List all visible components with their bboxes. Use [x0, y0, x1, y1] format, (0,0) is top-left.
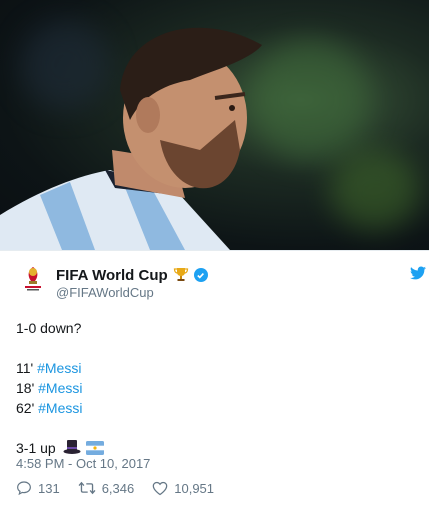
verified-badge-icon — [193, 268, 208, 282]
tweet-line-intro: 1-0 down? — [16, 320, 82, 336]
tweet-text: 1-0 down? 11' #Messi 18' #Messi 62' #Mes… — [16, 318, 105, 458]
tweet-actions: 131 6,346 10,951 — [16, 480, 232, 496]
tweet-line-final: 3-1 up — [16, 438, 105, 458]
reply-icon — [16, 480, 32, 496]
reply-button[interactable]: 131 — [16, 480, 60, 496]
heart-icon — [152, 481, 168, 496]
display-name[interactable]: FIFA World Cup — [56, 267, 168, 284]
like-button[interactable]: 10,951 — [152, 481, 214, 496]
retweet-button[interactable]: 6,346 — [78, 480, 135, 496]
reply-count: 131 — [38, 480, 60, 496]
retweet-count: 6,346 — [101, 480, 135, 496]
account-handle[interactable]: @FIFAWorldCup — [56, 285, 154, 300]
goal-line: 18' #Messi — [16, 378, 104, 398]
hashtag-link[interactable]: #Messi — [37, 360, 81, 376]
trophy-icon — [173, 266, 189, 284]
retweet-icon — [78, 480, 96, 496]
hashtag-link[interactable]: #Messi — [38, 380, 82, 396]
hashtag-link[interactable]: #Messi — [38, 400, 82, 416]
fifa-world-cup-logo-icon[interactable] — [19, 264, 47, 292]
tweet-photo[interactable] — [0, 0, 429, 250]
goal-minute: 62' — [16, 400, 35, 416]
like-count: 10,951 — [174, 480, 215, 496]
goal-minute: 11' — [16, 360, 34, 376]
tweet-timestamp[interactable]: 4:58 PM - Oct 10, 2017 — [16, 456, 150, 471]
goal-line: 11' #Messi — [16, 358, 104, 378]
final-score-text: 3-1 up — [16, 440, 56, 456]
goal-minute: 18' — [16, 380, 35, 396]
goal-line: 62' #Messi — [16, 398, 104, 418]
player-illustration — [0, 27, 262, 250]
photo-divider — [0, 250, 429, 251]
twitter-bird-icon[interactable] — [410, 266, 426, 285]
